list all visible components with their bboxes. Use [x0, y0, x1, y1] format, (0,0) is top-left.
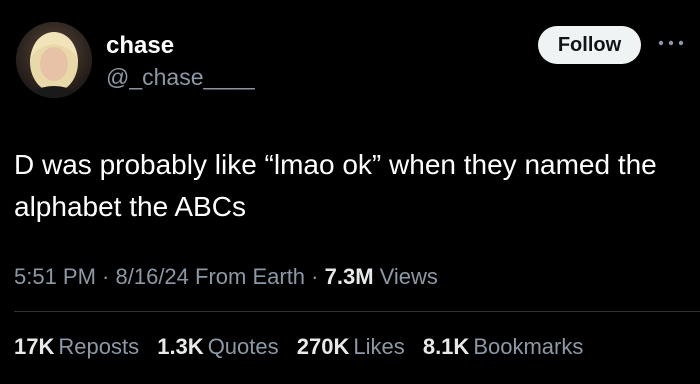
views-label: Views	[373, 264, 438, 289]
reposts-stat[interactable]: 17K Reposts	[14, 334, 139, 359]
quotes-count: 1.3K	[157, 334, 204, 359]
tweet-time[interactable]: 5:51 PM	[14, 264, 96, 289]
meta-separator: ·	[95, 264, 116, 289]
tweet-date[interactable]: 8/16/24	[116, 264, 189, 289]
tweet-source: From Earth	[188, 264, 306, 289]
bookmarks-label: Bookmarks	[473, 334, 584, 359]
display-name[interactable]: chase	[106, 32, 174, 60]
likes-label: Likes	[353, 334, 405, 359]
quotes-label: Quotes	[207, 334, 279, 359]
avatar[interactable]	[16, 22, 92, 98]
tweet-text: D was probably like “lmao ok” when they …	[14, 149, 657, 222]
likes-count: 270K	[296, 334, 350, 359]
meta-separator: ·	[305, 264, 325, 289]
bookmarks-stat[interactable]: 8.1K Bookmarks	[423, 334, 584, 359]
follow-button[interactable]: Follow	[538, 26, 641, 64]
bookmarks-count: 8.1K	[422, 334, 470, 359]
quotes-stat[interactable]: 1.3K Quotes	[157, 334, 278, 359]
likes-stat[interactable]: 270K Likes	[297, 334, 405, 359]
user-handle[interactable]: @_chase____	[106, 63, 255, 91]
reposts-label: Reposts	[58, 334, 140, 359]
divider	[14, 311, 700, 312]
more-options-icon[interactable]	[656, 36, 686, 50]
tweet-meta: 5:51 PM · 8/16/24 From Earth · 7.3M View…	[14, 262, 438, 292]
reposts-count: 17K	[14, 334, 55, 359]
engagement-stats: 17K Reposts 1.3K Quotes 270K Likes 8.1K Book…	[14, 332, 595, 362]
views-count: 7.3M	[324, 264, 374, 289]
